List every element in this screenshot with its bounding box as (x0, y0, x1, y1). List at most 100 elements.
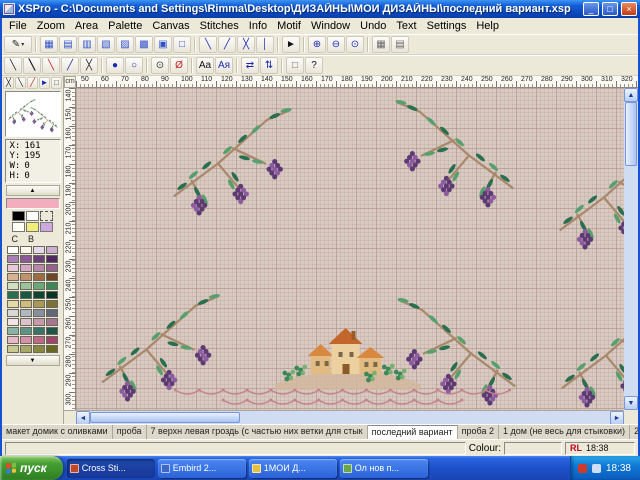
palette-swatch[interactable] (33, 291, 45, 299)
taskbar-task[interactable]: 1МОИ Д... (249, 459, 337, 478)
backstitch-red-tool[interactable]: ╲ (42, 57, 60, 74)
special-stitch-tool[interactable]: ▩ (135, 36, 153, 53)
grid-options-button[interactable]: ▦ (372, 36, 390, 53)
palette-swatch[interactable] (20, 273, 32, 281)
text-latin-button[interactable]: Aa (196, 57, 214, 74)
palette-swatch[interactable] (7, 327, 19, 335)
palette-swatch[interactable] (33, 282, 45, 290)
palette-swatch[interactable] (46, 273, 58, 281)
quick-swatch[interactable] (40, 211, 53, 221)
palette-swatch[interactable] (46, 336, 58, 344)
palette-swatch[interactable] (20, 282, 32, 290)
quarter-stitch-tool[interactable]: ▥ (78, 36, 96, 53)
tray-app-icon[interactable] (592, 464, 601, 473)
palette-swatch[interactable] (7, 255, 19, 263)
pattern-tab[interactable]: 2 правая ник гр (630, 425, 638, 439)
palette-swatch[interactable] (20, 264, 32, 272)
backstitch-medium-tool[interactable]: ╲ (23, 57, 41, 74)
menu-motif[interactable]: Motif (272, 19, 306, 33)
bead-tool[interactable]: ○ (125, 57, 143, 74)
zoom-area-tool[interactable]: ⊙ (346, 36, 364, 53)
palette-swatch[interactable] (7, 282, 19, 290)
palette-swatch[interactable] (7, 264, 19, 272)
palette-swatch[interactable] (7, 345, 19, 353)
menu-zoom[interactable]: Zoom (32, 19, 70, 33)
vertical-scroll-track[interactable] (624, 102, 638, 396)
palette-swatch[interactable] (46, 255, 58, 263)
palette-swatch[interactable] (33, 264, 45, 272)
menu-help[interactable]: Help (471, 19, 504, 33)
taskbar-task[interactable]: Cross Sti... (67, 459, 155, 478)
palette-swatch[interactable] (20, 336, 32, 344)
flip-vertical-tool[interactable]: ⇅ (260, 57, 278, 74)
backstitch-diagonal-alt-tool[interactable]: ╱ (218, 36, 236, 53)
pattern-tab[interactable]: 1 дом (не весь для стыковки) (499, 425, 630, 439)
system-tray[interactable]: 18:38 (570, 456, 640, 480)
mini-full-stitch-tool[interactable]: ╳ (3, 77, 14, 89)
palette-swatch[interactable] (46, 318, 58, 326)
palette-swatch[interactable] (7, 309, 19, 317)
quick-swatch[interactable] (26, 211, 39, 221)
palette-swatch[interactable] (46, 282, 58, 290)
pattern-tab[interactable]: проба (113, 425, 147, 439)
palette-swatch[interactable] (46, 345, 58, 353)
scroll-right-arrow[interactable]: ► (610, 411, 624, 425)
scroll-up-arrow[interactable]: ▲ (624, 88, 638, 102)
palette-swatch[interactable] (7, 291, 19, 299)
palette-swatch[interactable] (46, 309, 58, 317)
palette-swatch[interactable] (7, 336, 19, 344)
palette-scroll-down-button[interactable]: ▼ (6, 355, 60, 366)
quick-swatch[interactable] (26, 222, 39, 232)
palette-swatch[interactable] (20, 327, 32, 335)
pencil-tool[interactable]: ✎▾ (4, 36, 32, 53)
mini-select-tool[interactable]: ► (39, 77, 50, 89)
pattern-info-button[interactable]: □ (286, 57, 304, 74)
flip-horizontal-tool[interactable]: ⇄ (241, 57, 259, 74)
titlebar[interactable]: XSPro - C:\Documents and Settings\Rimma\… (0, 0, 640, 18)
outline-stitch-tool[interactable]: □ (173, 36, 191, 53)
menu-stitches[interactable]: Stitches (195, 19, 244, 33)
backstitch-thin-tool[interactable]: ╲ (4, 57, 22, 74)
backstitch-cross-tool[interactable]: ╳ (237, 36, 255, 53)
tray-language-icon[interactable] (578, 464, 587, 473)
palette-swatch[interactable] (20, 246, 32, 254)
menu-canvas[interactable]: Canvas (147, 19, 194, 33)
horizontal-scroll-thumb[interactable] (90, 412, 240, 423)
text-cyrillic-button[interactable]: Aя (215, 57, 233, 74)
palette-swatch[interactable] (33, 345, 45, 353)
vertical-scrollbar[interactable]: ▲ ▼ (624, 88, 638, 410)
mini-backstitch-tool[interactable]: ╱ (27, 77, 38, 89)
palette-swatch[interactable] (46, 246, 58, 254)
palette-swatch[interactable] (46, 291, 58, 299)
menu-undo[interactable]: Undo (355, 19, 391, 33)
start-button[interactable]: пуск (0, 456, 63, 480)
menu-window[interactable]: Window (306, 19, 355, 33)
menu-info[interactable]: Info (244, 19, 272, 33)
palette-swatch[interactable] (33, 336, 45, 344)
palette-swatch[interactable] (20, 255, 32, 263)
mini-erase-tool[interactable]: □ (51, 77, 62, 89)
mini-half-stitch-tool[interactable]: ╲ (15, 77, 26, 89)
palette-swatch[interactable] (46, 300, 58, 308)
palette-scroll-up-button[interactable]: ▲ (6, 185, 60, 196)
motif-library-button[interactable]: ▤ (391, 36, 409, 53)
quick-swatch[interactable] (12, 222, 25, 232)
palette-swatch[interactable] (7, 300, 19, 308)
selected-color-swatch[interactable] (6, 198, 60, 209)
motif-stitch-tool[interactable]: ▣ (154, 36, 172, 53)
pattern-tab[interactable]: проба 2 (458, 425, 499, 439)
palette-swatch[interactable] (33, 309, 45, 317)
menu-text[interactable]: Text (391, 19, 421, 33)
palette-swatch[interactable] (33, 273, 45, 281)
horizontal-scroll-track[interactable] (90, 411, 610, 424)
quick-swatch[interactable] (40, 222, 53, 232)
palette-swatch[interactable] (33, 255, 45, 263)
menu-file[interactable]: File (4, 19, 32, 33)
palette-swatch[interactable] (33, 300, 45, 308)
color-picker-tool[interactable]: ⊙ (151, 57, 169, 74)
select-tool[interactable]: ► (282, 36, 300, 53)
palette-swatch[interactable] (46, 327, 58, 335)
palette-swatch[interactable] (33, 246, 45, 254)
palette-swatch[interactable] (7, 318, 19, 326)
menu-area[interactable]: Area (70, 19, 103, 33)
